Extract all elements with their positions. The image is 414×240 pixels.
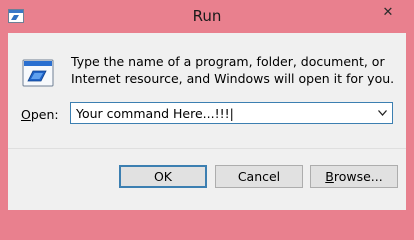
close-icon: ✕ [382,4,394,20]
open-combobox[interactable] [70,102,393,124]
browse-label: rowse... [333,169,383,184]
open-label-accelerator: O [21,107,31,122]
chevron-down-icon[interactable] [374,103,390,123]
browse-button[interactable]: Browse... [310,165,398,188]
ok-button[interactable]: OK [119,165,207,188]
command-input[interactable] [71,103,376,123]
browse-accelerator: B [325,169,334,184]
run-program-icon [22,59,54,87]
open-label-text: pen: [30,107,59,122]
cancel-button[interactable]: Cancel [215,165,303,188]
dialog-description: Type the name of a program, folder, docu… [71,54,395,86]
title-bar[interactable]: Run ✕ [0,0,414,33]
close-button[interactable]: ✕ [370,0,406,24]
open-label: Open: [21,107,59,122]
window-title: Run [192,7,222,25]
run-dialog-window: Run ✕ Type the name of a program, folder… [0,0,414,217]
